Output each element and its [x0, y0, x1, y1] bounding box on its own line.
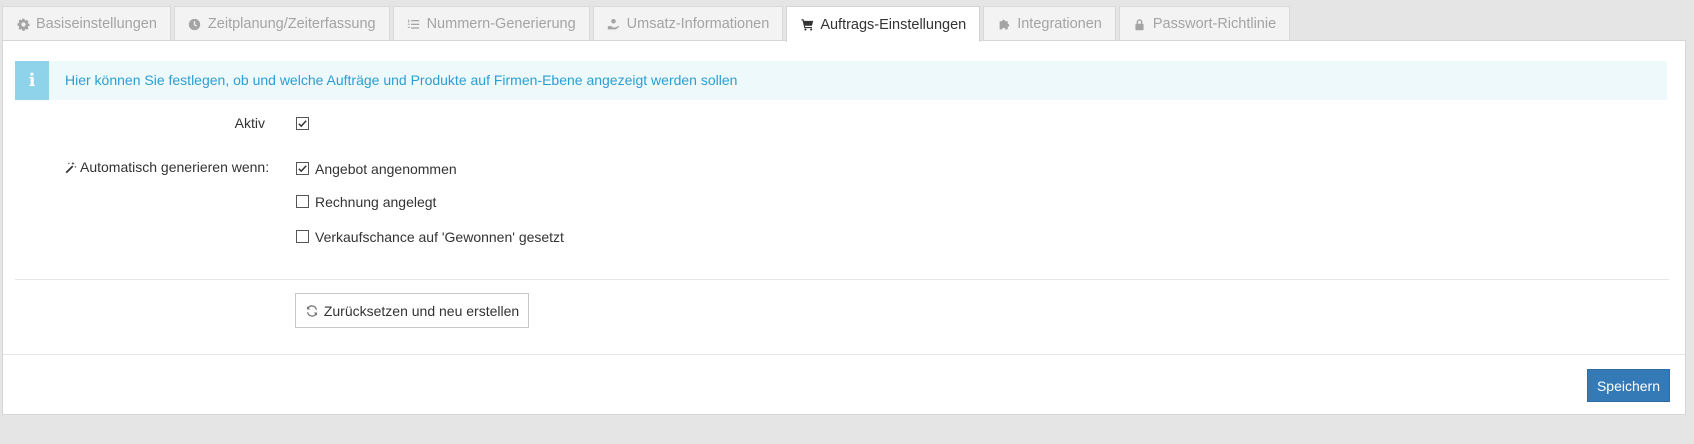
auto-generate-label: Automatisch generieren wenn:: [64, 159, 269, 175]
option-rechnung-label[interactable]: Rechnung angelegt: [315, 194, 436, 210]
lock-icon: [1133, 17, 1147, 31]
tab-nummern-generierung[interactable]: Nummern-Generierung: [392, 6, 590, 41]
tab-passwort-richtlinie[interactable]: Passwort-Richtlinie: [1118, 6, 1291, 41]
tab-label: Basiseinstellungen: [36, 16, 157, 32]
option-angebot-label[interactable]: Angebot angenommen: [315, 161, 457, 177]
refresh-icon: [306, 304, 317, 317]
info-icon: i: [15, 61, 49, 100]
auto-generate-label-text: Automatisch generieren wenn:: [80, 159, 270, 175]
reset-and-recreate-button[interactable]: Zurücksetzen und neu erstellen: [295, 293, 529, 328]
checkmark-icon: [298, 120, 307, 128]
tab-auftrags-einstellungen[interactable]: Auftrags-Einstellungen: [786, 6, 981, 42]
tab-basiseinstellungen[interactable]: Basiseinstellungen: [2, 6, 171, 41]
puzzle-icon: [997, 17, 1011, 31]
shopping-cart-icon: [800, 18, 814, 32]
tab-umsatz-informationen[interactable]: Umsatz-Informationen: [592, 6, 784, 41]
save-button[interactable]: Speichern: [1587, 369, 1670, 402]
footer-divider: [3, 354, 1685, 355]
settings-panel: i Hier können Sie festlegen, ob und welc…: [2, 40, 1686, 415]
gear-icon: [16, 17, 30, 31]
option-angebot-checkbox[interactable]: [296, 162, 309, 175]
tab-label: Umsatz-Informationen: [626, 16, 770, 32]
checkmark-icon: [298, 165, 307, 173]
money-hand-icon: [607, 17, 621, 31]
tab-bar: Basiseinstellungen Zeitplanung/Zeiterfas…: [2, 6, 1293, 42]
tab-zeitplanung[interactable]: Zeitplanung/Zeiterfassung: [173, 6, 390, 41]
clock-icon: [188, 17, 202, 31]
option-verkaufschance-label[interactable]: Verkaufschance auf 'Gewonnen' gesetzt: [315, 229, 564, 245]
info-alert: i Hier können Sie festlegen, ob und welc…: [15, 61, 1667, 100]
info-text: Hier können Sie festlegen, ob und welche…: [65, 72, 738, 88]
tab-label: Zeitplanung/Zeiterfassung: [207, 16, 376, 32]
option-rechnung-checkbox[interactable]: [296, 195, 309, 208]
tab-integrationen[interactable]: Integrationen: [983, 6, 1116, 41]
ordered-list-icon: [407, 17, 421, 31]
tab-label: Integrationen: [1017, 16, 1102, 32]
tab-label: Auftrags-Einstellungen: [820, 16, 967, 33]
tab-label: Passwort-Richtlinie: [1152, 16, 1277, 32]
magic-wand-icon: [65, 161, 77, 173]
reset-button-label: Zurücksetzen und neu erstellen: [323, 302, 520, 319]
aktiv-checkbox[interactable]: [296, 117, 309, 130]
tab-label: Nummern-Generierung: [426, 16, 576, 32]
option-verkaufschance-checkbox[interactable]: [296, 230, 309, 243]
divider: [15, 279, 1669, 280]
aktiv-label: Aktiv: [234, 115, 265, 131]
